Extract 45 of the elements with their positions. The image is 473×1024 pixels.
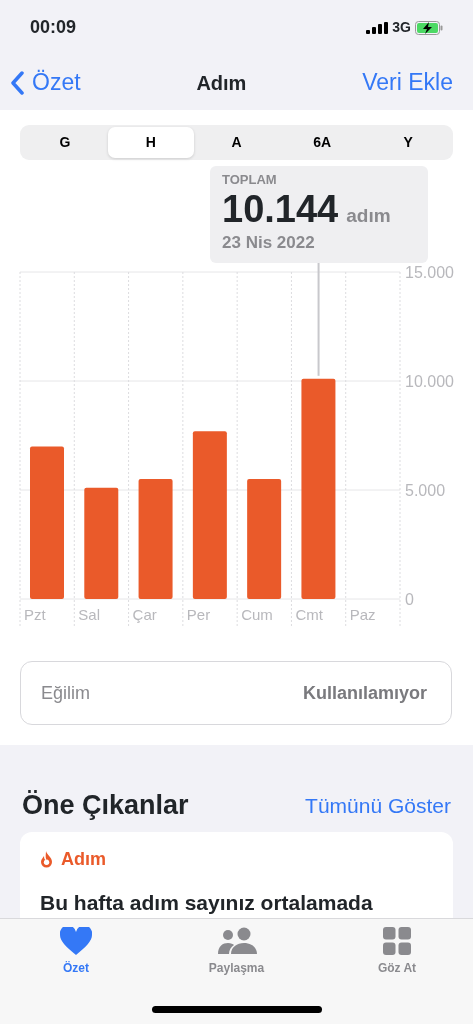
segment-tab[interactable]: A xyxy=(193,127,280,158)
bar[interactable] xyxy=(301,378,336,599)
date-label: 23 Nis 2022 xyxy=(222,232,316,254)
page-title: Adım xyxy=(196,70,247,96)
people-icon xyxy=(215,927,258,955)
axis-tick-label: 10.000 xyxy=(405,373,454,390)
axis-label: Sal xyxy=(78,606,100,623)
show-all-link[interactable]: Tümünü Göster xyxy=(305,789,451,821)
axis-label: Cmt xyxy=(295,606,323,623)
axis-label: Paz xyxy=(349,606,376,623)
axis-label: Per xyxy=(186,606,211,623)
axis-tick-label: 5.000 xyxy=(405,482,446,499)
segment-tab[interactable]: G xyxy=(22,127,108,158)
add-data-button[interactable]: Veri Ekle xyxy=(362,65,453,100)
trend-label: Eğilim xyxy=(41,681,90,705)
highlight-text: Bu hafta adım sayınız ortalamada xyxy=(40,889,374,916)
category-label: Adım xyxy=(61,847,106,871)
section-title: Öne Çıkanlar xyxy=(22,789,189,822)
segment-tab[interactable]: Y xyxy=(365,127,451,158)
tooltip-label: TOPLAM xyxy=(222,171,278,189)
total-value: 10.144 xyxy=(222,189,339,230)
bar[interactable] xyxy=(84,487,119,599)
bar[interactable] xyxy=(192,431,227,599)
flame-icon xyxy=(40,850,53,868)
network-label: 3G xyxy=(392,18,411,37)
bar[interactable] xyxy=(247,479,282,599)
unit-label: adım xyxy=(346,203,391,228)
axis-tick-label: 15.000 xyxy=(405,264,454,281)
back-chevron-icon xyxy=(10,70,24,95)
trend-value: Kullanılamıyor xyxy=(302,681,427,705)
heart-icon xyxy=(60,927,92,955)
axis-label: Pzt xyxy=(24,606,46,623)
axis-label: Çar xyxy=(132,606,157,623)
axis-label: Cum xyxy=(241,606,273,623)
status-time: 00:09 xyxy=(30,16,77,39)
grid-icon xyxy=(383,927,411,955)
back-button[interactable]: Özet xyxy=(10,65,81,100)
tab-bar-item[interactable]: Özet xyxy=(16,919,136,1024)
bar[interactable] xyxy=(138,479,173,599)
battery-icon xyxy=(415,20,443,35)
segment-tab[interactable]: H xyxy=(107,127,194,158)
signal-icon xyxy=(366,21,389,34)
segment-tab[interactable]: 6A xyxy=(279,127,366,158)
axis-tick-label: 0 xyxy=(405,591,414,608)
highlight-card[interactable]: Adım Bu hafta adım sayınız ortalamada xyxy=(20,831,453,918)
